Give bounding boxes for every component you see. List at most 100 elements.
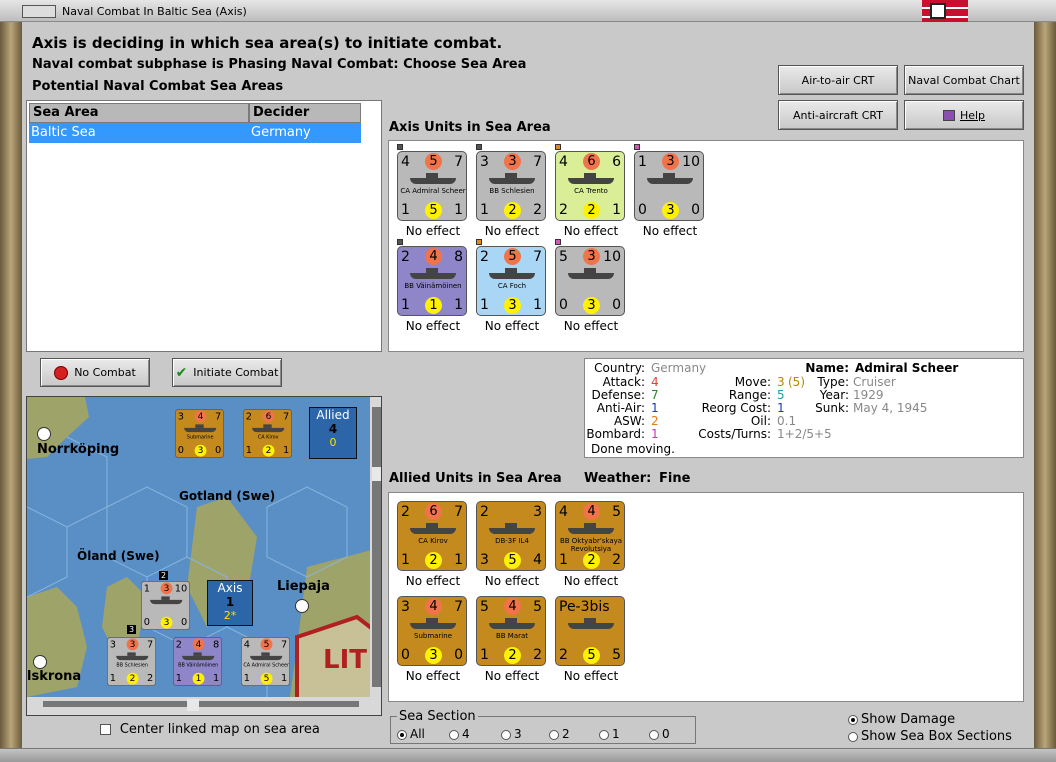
- counter-attack-value: 4: [194, 410, 207, 423]
- unit-counter[interactable]: 2 6 7 CA Kirov 1 2 1 No effect: [397, 501, 469, 593]
- sea-section-option-0[interactable]: 0: [649, 727, 670, 741]
- sea-section-option-all[interactable]: All: [397, 727, 425, 741]
- label-karlskrona: lskrona: [27, 669, 82, 684]
- unit-counter[interactable]: 1 3 10 0 3 0: [141, 581, 191, 645]
- counter-movement-value: 5: [583, 647, 600, 664]
- counter-bottom-left-value: 0: [177, 444, 185, 456]
- counter-unit-name: BB Schlesien: [116, 662, 149, 668]
- counter-bottom-right-value: 2: [612, 552, 621, 568]
- sunk-value: May 4, 1945: [853, 401, 928, 415]
- unit-counter[interactable]: 4 5 7 CA Admiral Scheer 1 5 1: [241, 637, 291, 701]
- help-button[interactable]: Help: [904, 100, 1024, 130]
- counter-top-left-value: 3: [401, 599, 410, 615]
- window-menu-icon[interactable]: [22, 5, 56, 18]
- center-linked-label: Center linked map on sea area: [119, 722, 320, 737]
- nationality-pip-icon: [634, 144, 640, 150]
- attack-label: Attack:: [602, 375, 645, 389]
- counter-top-left-value: 3: [480, 154, 489, 170]
- unit-info-box: Country: Germany Attack: 4 Defense: 7 An…: [584, 358, 1024, 458]
- counter-attack-value: 3: [662, 153, 679, 170]
- show-damage-option[interactable]: Show Damage: [848, 712, 955, 727]
- column-header-decider[interactable]: Decider: [249, 103, 361, 123]
- costs-label: Costs/Turns:: [698, 427, 771, 441]
- air-to-air-crt-button[interactable]: Air-to-air CRT: [778, 65, 898, 95]
- unit-counter[interactable]: Pe-3bis 2 5 5 No effect: [555, 596, 627, 688]
- unit-counter[interactable]: 3 4 7 Submarine 0 3 0: [175, 409, 225, 473]
- column-header-sea-area[interactable]: Sea Area: [29, 103, 249, 123]
- axis-sea-box[interactable]: Axis 1 2*: [207, 580, 253, 626]
- anti-aircraft-crt-button[interactable]: Anti-aircraft CRT: [778, 100, 898, 130]
- unit-counter[interactable]: 3 3 7 BB Schlesien 1 2 2 No effect: [476, 144, 548, 243]
- linked-map[interactable]: Norrköping Gotland (Swe) Öland (Swe) Lie…: [26, 396, 382, 716]
- counter-unit-name: CA Admiral Scheer: [243, 662, 290, 668]
- counter-top-right-value: 7: [454, 504, 463, 520]
- country-value: Germany: [651, 361, 707, 375]
- counter-bottom-right-value: 5: [612, 647, 621, 663]
- counter-bottom-right-value: 1: [454, 297, 463, 313]
- counter-movement-value: 1: [425, 297, 442, 314]
- counter-top-left-value: 2: [480, 249, 489, 265]
- counter-movement-value: 1: [192, 672, 205, 685]
- reorg-label: Reorg Cost:: [701, 401, 771, 415]
- done-moving-text: Done moving.: [591, 442, 675, 456]
- unit-counter[interactable]: 2 6 7 CA Kirov 1 2 1: [243, 409, 293, 473]
- allied-units-panel: 2 6 7 CA Kirov 1 2 1 No effect 2 3 DB-3F IL4 3 5 4 No …: [388, 492, 1024, 702]
- no-combat-button[interactable]: No Combat: [40, 358, 150, 387]
- sea-section-option-1[interactable]: 1: [599, 727, 620, 741]
- unit-counter[interactable]: 5 3 10 0 3 0 No effect: [555, 239, 627, 338]
- naval-combat-chart-button[interactable]: Naval Combat Chart: [904, 65, 1024, 95]
- left-frame: [0, 22, 22, 748]
- unit-counter[interactable]: 4 6 6 CA Trento 2 2 1 No effect: [555, 144, 627, 243]
- counter-attack-value: 3: [160, 582, 173, 595]
- ship-silhouette-icon: [647, 173, 693, 184]
- unit-counter[interactable]: 1 3 10 0 3 0 No effect: [634, 144, 706, 243]
- table-row[interactable]: Baltic Sea Germany: [29, 123, 361, 143]
- counter-bottom-left-value: 1: [401, 552, 410, 568]
- checkmark-icon: ✔: [175, 364, 188, 381]
- counter-face: 3 4 7 Submarine 0 3 0: [175, 409, 224, 458]
- counter-top-right-value: 10: [174, 583, 188, 595]
- unit-counter[interactable]: 4 5 7 CA Admiral Scheer 1 5 1 No effect: [397, 144, 469, 243]
- counter-bottom-left-value: 0: [143, 616, 151, 628]
- counter-attack-value: 5: [504, 248, 521, 265]
- unit-counter[interactable]: 2 5 7 CA Foch 1 3 1 No effect: [476, 239, 548, 338]
- unit-counter[interactable]: 3 3 7 BB Schlesien 1 2 2: [107, 637, 157, 701]
- counter-unit-name: BB Oktyabr'skaya Revolutsiya: [559, 537, 623, 553]
- counter-movement-value: 3: [662, 202, 679, 219]
- initiate-combat-button[interactable]: ✔ Initiate Combat: [172, 358, 282, 387]
- ship-silhouette-icon: [568, 523, 614, 534]
- center-linked-checkbox[interactable]: [100, 724, 111, 735]
- allied-sea-box[interactable]: Allied 4 0: [309, 407, 357, 459]
- show-sea-box-sections-option[interactable]: Show Sea Box Sections: [848, 729, 1012, 744]
- counter-attack-value: 5: [260, 638, 273, 651]
- counter-attack-value: 4: [425, 248, 442, 265]
- counter-top-left-value: 3: [177, 411, 185, 423]
- sea-section-option-2[interactable]: 2: [549, 727, 570, 741]
- unit-status: No effect: [563, 224, 619, 238]
- counter-attack-value: 4: [583, 503, 600, 520]
- unit-counter[interactable]: 3 4 7 Submarine 0 3 0 No effect: [397, 596, 469, 688]
- unit-counter[interactable]: 2 4 8 BB Väinämöinen 1 1 1: [173, 637, 223, 701]
- unit-status: No effect: [642, 224, 698, 238]
- unit-counter[interactable]: 5 4 5 BB Marat 1 2 2 No effect: [476, 596, 548, 688]
- counter-top-right-value: 6: [612, 154, 621, 170]
- counter-attack-value: 4: [504, 598, 521, 615]
- counter-top-left-value: 5: [480, 599, 489, 615]
- sea-section-option-3[interactable]: 3: [501, 727, 522, 741]
- counter-face: 2 5 7 CA Foch 1 3 1: [476, 246, 546, 316]
- counter-bottom-left-value: 1: [175, 672, 183, 684]
- unit-counter[interactable]: 4 4 5 BB Oktyabr'skaya Revolutsiya 1 2 2 No eff…: [555, 501, 627, 593]
- counter-face: 4 6 6 CA Trento 2 2 1: [555, 151, 625, 221]
- bottom-frame: [0, 748, 1056, 762]
- counter-attack-value: 3: [126, 638, 139, 651]
- unit-counter[interactable]: 2 3 DB-3F IL4 3 5 4 No effect: [476, 501, 548, 593]
- sea-area-table: Sea Area Decider Baltic Sea Germany: [26, 100, 382, 352]
- counter-top-right-value: 7: [146, 639, 154, 651]
- label-gotland: Gotland (Swe): [179, 489, 276, 503]
- unit-counter[interactable]: 2 4 8 BB Väinämöinen 1 1 1 No effect: [397, 239, 469, 338]
- counter-bottom-left-value: 1: [480, 297, 489, 313]
- counter-attack-value: 3: [583, 248, 600, 265]
- center-linked-checkbox-row[interactable]: Center linked map on sea area: [100, 722, 320, 737]
- counter-top-left-value: 1: [143, 583, 151, 595]
- sea-section-option-4[interactable]: 4: [449, 727, 470, 741]
